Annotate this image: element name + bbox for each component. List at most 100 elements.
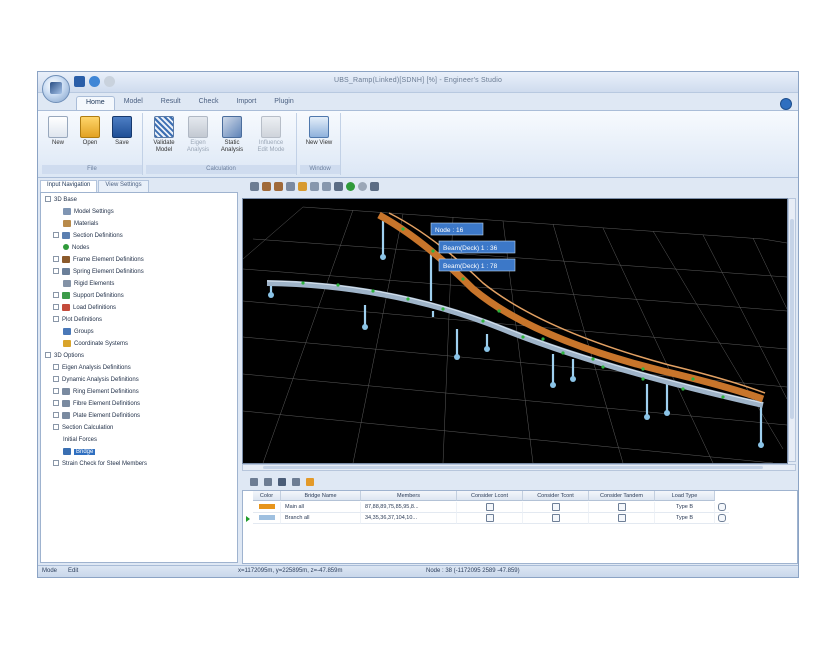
tree-item[interactable]: Rigid Elements bbox=[63, 279, 114, 289]
column-header-consider-lcont[interactable]: Consider Lcont bbox=[457, 491, 523, 501]
validate-model-button[interactable]: Validate Model bbox=[150, 116, 178, 154]
tree-item[interactable]: Dynamic Analysis Definitions bbox=[53, 375, 139, 385]
tree-item[interactable]: Eigen Analysis Definitions bbox=[53, 363, 131, 373]
tab-view-settings[interactable]: View Settings bbox=[98, 180, 149, 192]
3d-viewport[interactable]: Node : 16 Beam(Deck) 1 : 36 Beam(Deck) 1… bbox=[242, 198, 788, 464]
tab-input-navigation[interactable]: Input Navigation bbox=[40, 180, 98, 192]
tree-item[interactable]: Spring Element Definitions bbox=[53, 267, 144, 277]
checkbox-cell[interactable] bbox=[589, 502, 655, 513]
view-side-icon[interactable] bbox=[274, 181, 283, 191]
expand-icon[interactable] bbox=[53, 400, 59, 407]
consider-tcont-checkbox[interactable] bbox=[551, 513, 560, 522]
tree-item[interactable]: Strain Check for Steel Members bbox=[53, 459, 147, 469]
go-icon[interactable] bbox=[346, 181, 355, 191]
bridge-name-cell[interactable]: Branch all bbox=[281, 513, 361, 524]
static-analysis-button[interactable]: Static Analysis bbox=[218, 116, 246, 154]
pan-icon[interactable] bbox=[334, 181, 343, 191]
expand-icon[interactable] bbox=[53, 268, 59, 275]
tab-check[interactable]: Check bbox=[190, 96, 228, 110]
expand-icon[interactable] bbox=[53, 364, 59, 371]
load-type-cell[interactable]: Type B bbox=[655, 513, 715, 524]
paste-icon[interactable] bbox=[306, 478, 314, 486]
expand-icon[interactable] bbox=[53, 376, 59, 383]
column-header-consider-tandem[interactable]: Consider Tandem bbox=[589, 491, 655, 501]
checkbox-cell[interactable] bbox=[457, 502, 523, 513]
tree-item[interactable]: Coordinate Systems bbox=[63, 339, 128, 349]
application-menu-button[interactable] bbox=[42, 75, 70, 103]
tree-item[interactable]: Materials bbox=[63, 219, 98, 229]
tree-item[interactable]: Model Settings bbox=[63, 207, 114, 217]
new-view-button[interactable]: New View bbox=[305, 116, 333, 147]
add-row-icon[interactable] bbox=[250, 478, 258, 486]
expand-icon[interactable] bbox=[45, 352, 51, 359]
viewport-horizontal-scrollbar[interactable] bbox=[242, 464, 796, 471]
load-type-cell[interactable]: Type B bbox=[655, 502, 715, 513]
dropdown-cell[interactable] bbox=[715, 502, 729, 513]
column-header-members[interactable]: Members bbox=[361, 491, 457, 501]
tab-model[interactable]: Model bbox=[115, 96, 152, 110]
edit-icon[interactable] bbox=[278, 478, 286, 486]
tree-item[interactable]: Ring Element Definitions bbox=[53, 387, 139, 397]
view-iso-icon[interactable] bbox=[286, 181, 295, 191]
tree-item[interactable]: Section Calculation bbox=[53, 423, 113, 433]
tree-item[interactable]: Frame Element Definitions bbox=[53, 255, 144, 265]
dropdown-icon[interactable] bbox=[718, 502, 726, 511]
checkbox-cell[interactable] bbox=[523, 513, 589, 524]
open-button[interactable]: Open bbox=[76, 116, 104, 147]
tree-item-3d-base[interactable]: 3D Base bbox=[45, 195, 77, 205]
help-icon[interactable] bbox=[780, 98, 792, 110]
consider-lcont-checkbox[interactable] bbox=[485, 502, 494, 511]
delete-row-icon[interactable] bbox=[264, 478, 272, 486]
stop-icon[interactable] bbox=[358, 181, 367, 191]
tree-item[interactable]: Support Definitions bbox=[53, 291, 124, 301]
consider-tandem-checkbox[interactable] bbox=[617, 502, 626, 511]
expand-icon[interactable] bbox=[53, 304, 59, 311]
tree-item[interactable]: Section Definitions bbox=[53, 231, 123, 241]
dropdown-cell[interactable] bbox=[715, 513, 729, 524]
checkbox-cell[interactable] bbox=[457, 513, 523, 524]
view-front-icon[interactable] bbox=[250, 181, 259, 191]
tab-result[interactable]: Result bbox=[152, 96, 190, 110]
zoom-out-icon[interactable] bbox=[322, 181, 331, 191]
zoom-fit-icon[interactable] bbox=[298, 181, 307, 191]
tree-item[interactable]: Nodes bbox=[63, 243, 89, 253]
members-cell[interactable]: 34,35,36,37,104,10... bbox=[361, 513, 457, 524]
view-top-icon[interactable] bbox=[262, 181, 271, 191]
influence-edit-mode-button[interactable]: Influence Edit Mode bbox=[254, 116, 288, 154]
eigen-analysis-button[interactable]: Eigen Analysis bbox=[184, 116, 212, 154]
scroll-thumb[interactable] bbox=[790, 219, 794, 419]
viewport-vertical-scrollbar[interactable] bbox=[788, 198, 796, 462]
cut-icon[interactable] bbox=[292, 478, 300, 486]
new-button[interactable]: New bbox=[44, 116, 72, 147]
column-header-load-type[interactable]: Load Type bbox=[655, 491, 715, 501]
save-button[interactable]: Save bbox=[108, 116, 136, 147]
expand-icon[interactable] bbox=[53, 388, 59, 395]
expand-icon[interactable] bbox=[53, 292, 59, 299]
tab-import[interactable]: Import bbox=[227, 96, 265, 110]
color-cell[interactable] bbox=[253, 513, 281, 524]
bridge-name-cell[interactable]: Main all bbox=[281, 502, 361, 513]
tree-item[interactable]: Plate Element Definitions bbox=[53, 411, 140, 421]
tree-item[interactable]: Initial Forces bbox=[63, 435, 97, 445]
expand-icon[interactable] bbox=[53, 232, 59, 239]
expand-icon[interactable] bbox=[53, 460, 59, 467]
dropdown-icon[interactable] bbox=[718, 513, 726, 522]
expand-icon[interactable] bbox=[53, 316, 59, 323]
zoom-in-icon[interactable] bbox=[310, 181, 319, 191]
column-header-color[interactable]: Color bbox=[253, 491, 281, 501]
checkbox-cell[interactable] bbox=[523, 502, 589, 513]
expand-icon[interactable] bbox=[53, 256, 59, 263]
tree-item-bridge[interactable]: Bridge bbox=[63, 447, 96, 457]
expand-icon[interactable] bbox=[53, 412, 59, 419]
tree-item[interactable]: Load Definitions bbox=[53, 303, 116, 313]
tab-home[interactable]: Home bbox=[76, 96, 115, 110]
consider-lcont-checkbox[interactable] bbox=[485, 513, 494, 522]
tree-item[interactable]: Groups bbox=[63, 327, 94, 337]
consider-tcont-checkbox[interactable] bbox=[551, 502, 560, 511]
expand-icon[interactable] bbox=[45, 196, 51, 203]
color-cell[interactable] bbox=[253, 502, 281, 513]
consider-tandem-checkbox[interactable] bbox=[617, 513, 626, 522]
render-icon[interactable] bbox=[370, 181, 379, 191]
column-header-consider-tcont[interactable]: Consider Tcont bbox=[523, 491, 589, 501]
tree-item[interactable]: Plot Definitions bbox=[53, 315, 102, 325]
